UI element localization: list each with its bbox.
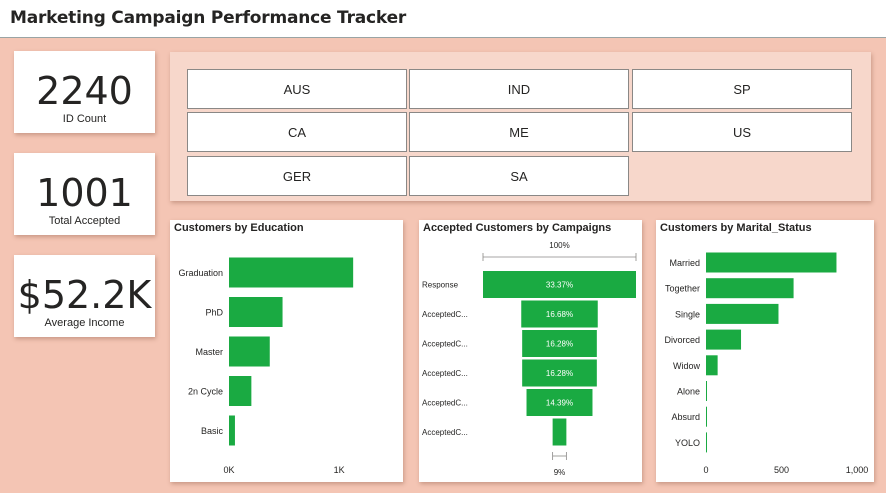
bar-together[interactable]: [706, 278, 794, 299]
kpi-card-average-income[interactable]: $52.2K Average Income: [14, 255, 155, 337]
kpi-value: $52.2K: [17, 273, 152, 317]
funnel-bar-6[interactable]: [552, 418, 567, 446]
education-bar-chart: Graduation PhD Master 2n Cycle Basic 0K 1K: [178, 257, 354, 475]
bar-2n-cycle[interactable]: [229, 376, 252, 406]
funnel-category-label: AcceptedC...: [422, 428, 468, 437]
slicer-button-ca[interactable]: CA: [187, 112, 407, 152]
slicer-button-sa[interactable]: SA: [409, 156, 629, 196]
funnel-category-label: AcceptedC...: [422, 340, 468, 349]
marital-status-bar-chart: Married Together Single Divorced Widow Alone A…: [664, 252, 869, 475]
funnel-data-label: 16.68%: [546, 310, 573, 319]
category-label-alone: Alone: [677, 387, 700, 397]
slicer-button-ger[interactable]: GER: [187, 156, 407, 196]
x-tick-label: 500: [774, 465, 789, 475]
bar-basic[interactable]: [229, 415, 235, 446]
slicer-button-ind[interactable]: IND: [409, 69, 629, 109]
x-tick-label: 0: [703, 465, 708, 475]
funnel-data-label: 33.37%: [546, 281, 573, 290]
kpi-label: Total Accepted: [48, 215, 121, 227]
category-label-single: Single: [675, 309, 700, 319]
category-label-absurd: Absurd: [671, 412, 700, 422]
x-tick-label: 0K: [223, 465, 234, 475]
slicer-button-us[interactable]: US: [632, 112, 852, 152]
kpi-label: Average Income: [44, 317, 125, 329]
x-tick-label: 1K: [334, 465, 345, 475]
funnel-bottom-label: 9%: [554, 468, 566, 477]
bar-phd[interactable]: [229, 297, 283, 327]
funnel-category-label: AcceptedC...: [422, 399, 468, 408]
funnel-top-label: 100%: [549, 241, 569, 250]
bar-absurd[interactable]: [706, 406, 707, 427]
category-label-master: Master: [195, 347, 223, 357]
bar-single[interactable]: [706, 303, 779, 324]
funnel-category-label: AcceptedC...: [422, 369, 468, 378]
bar-divorced[interactable]: [706, 329, 742, 350]
country-slicer: AUS IND SP CA ME US GER SA: [170, 52, 871, 201]
bar-alone[interactable]: [706, 381, 707, 401]
kpi-card-total-accepted[interactable]: 1001 Total Accepted: [14, 153, 155, 235]
category-label-basic: Basic: [201, 426, 224, 436]
kpi-label: ID Count: [62, 113, 107, 125]
slicer-button-me[interactable]: ME: [409, 112, 629, 152]
slicer-button-aus[interactable]: AUS: [187, 69, 407, 109]
page-title: Marketing Campaign Performance Tracker: [10, 8, 407, 28]
funnel-data-label: 16.28%: [546, 340, 573, 349]
category-label-graduation: Graduation: [178, 268, 223, 278]
bar-graduation[interactable]: [229, 257, 354, 288]
funnel-data-label: 14.39%: [546, 399, 573, 408]
bar-master[interactable]: [229, 336, 270, 367]
campaigns-funnel: 100% Response 33.37% AcceptedC... 16.68% Acce…: [422, 241, 637, 477]
category-label-together: Together: [665, 284, 700, 294]
bar-yolo[interactable]: [706, 432, 707, 453]
slicer-button-sp[interactable]: SP: [632, 69, 852, 109]
category-label-widow: Widow: [673, 361, 701, 371]
funnel-category-label: Response: [422, 281, 459, 290]
report-header: Marketing Campaign Performance Tracker: [0, 0, 886, 38]
education-chart[interactable]: Customers by Education Graduation PhD Mast…: [170, 220, 403, 482]
funnel-data-label: 16.28%: [546, 369, 573, 378]
category-label-2n-cycle: 2n Cycle: [188, 387, 223, 397]
bar-married[interactable]: [706, 252, 837, 273]
kpi-value: 1001: [36, 171, 133, 215]
funnel-category-label: AcceptedC...: [422, 310, 468, 319]
category-label-yolo: YOLO: [675, 438, 700, 448]
marital-status-chart[interactable]: Customers by Marital_Status Married Toget…: [656, 220, 874, 482]
kpi-card-id-count[interactable]: 2240 ID Count: [14, 51, 155, 133]
campaigns-funnel-chart[interactable]: Accepted Customers by Campaigns 100% Resp…: [419, 220, 642, 482]
category-label-divorced: Divorced: [664, 335, 700, 345]
kpi-value: 2240: [36, 69, 133, 113]
category-label-married: Married: [669, 258, 700, 268]
x-tick-label: 1,000: [846, 465, 869, 475]
bar-widow[interactable]: [706, 355, 718, 376]
category-label-phd: PhD: [205, 308, 223, 318]
